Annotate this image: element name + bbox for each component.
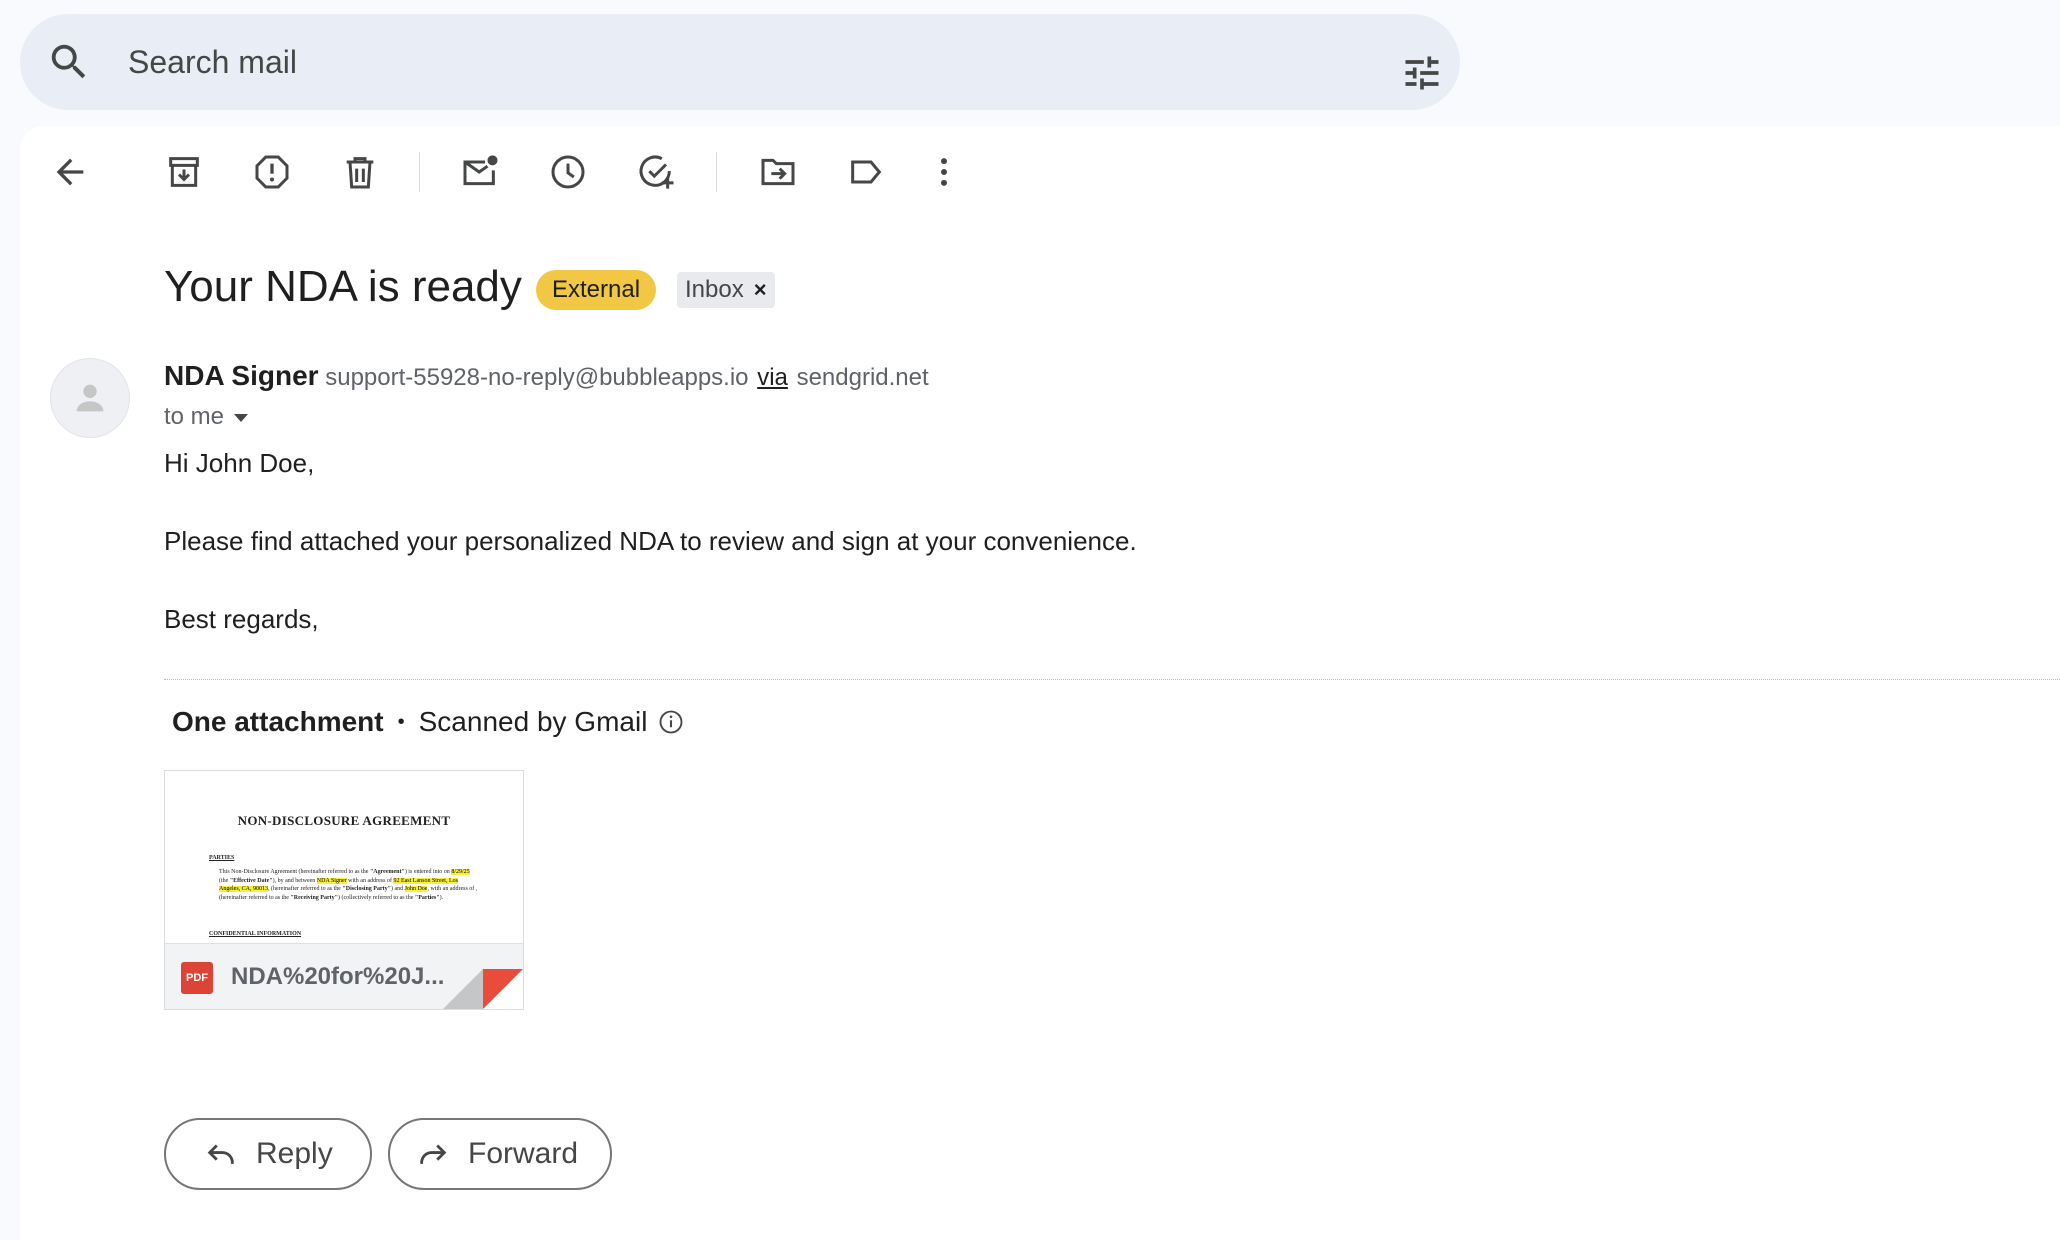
inbox-label-text: Inbox xyxy=(685,276,744,303)
reply-label: Reply xyxy=(256,1137,333,1170)
recipient-details-toggle[interactable]: to me xyxy=(164,403,249,431)
info-icon[interactable] xyxy=(657,708,685,736)
back-arrow-icon[interactable] xyxy=(46,148,94,196)
external-label: External xyxy=(536,270,657,310)
archive-icon[interactable] xyxy=(160,148,208,196)
sender-address: support-55928-no-reply@bubbleapps.io xyxy=(325,364,749,391)
body-greeting: Hi John Doe, xyxy=(164,448,315,478)
avatar[interactable] xyxy=(50,358,130,438)
attachment-divider xyxy=(164,679,2060,680)
tune-icon[interactable] xyxy=(1400,51,1444,95)
preview-paragraph: This Non-Disclosure Agreement (hereinaft… xyxy=(219,869,478,901)
preview-section-confidential: CONFIDENTIAL INFORMATION xyxy=(209,931,302,937)
attachment-count: One attachment xyxy=(172,706,384,737)
via-domain: sendgrid.net xyxy=(796,364,929,391)
chevron-down-icon xyxy=(234,414,249,422)
snooze-icon[interactable] xyxy=(544,148,592,196)
sender-line: NDA Signer support-55928-no-reply@bubble… xyxy=(164,360,929,392)
preview-section-parties: PARTIES xyxy=(209,855,235,861)
search-bar xyxy=(20,14,1460,110)
add-task-icon[interactable] xyxy=(632,148,680,196)
separator-dot: • xyxy=(397,710,405,733)
attachment-card[interactable]: NON-DISCLOSURE AGREEMENT PARTIES This No… xyxy=(164,770,524,1010)
body-closing: Best regards, xyxy=(164,604,319,634)
body-line: Please find attached your personalized N… xyxy=(164,526,1137,556)
reply-icon xyxy=(207,1144,234,1164)
sender-name[interactable]: NDA Signer xyxy=(164,360,319,391)
attachment-filename: NDA%20for%20J... xyxy=(231,963,445,990)
pdf-icon: PDF xyxy=(181,962,213,994)
page-fold-icon xyxy=(443,969,523,1009)
reply-button[interactable]: Reply xyxy=(164,1118,372,1190)
forward-label: Forward xyxy=(468,1137,579,1170)
email-subject: Your NDA is ready xyxy=(164,262,522,311)
search-icon[interactable] xyxy=(46,39,92,85)
forward-icon xyxy=(420,1144,447,1164)
recipient-label: to me xyxy=(164,403,225,430)
delete-icon[interactable] xyxy=(336,148,384,196)
attachment-preview: NON-DISCLOSURE AGREEMENT PARTIES This No… xyxy=(165,771,523,943)
move-to-icon[interactable] xyxy=(754,148,802,196)
report-spam-icon[interactable] xyxy=(248,148,296,196)
more-vert-icon[interactable] xyxy=(920,148,968,196)
label-icon[interactable] xyxy=(842,148,890,196)
remove-label-icon[interactable]: × xyxy=(754,272,767,308)
scanned-label: Scanned by Gmail xyxy=(418,706,648,737)
preview-title: NON-DISCLOSURE AGREEMENT xyxy=(237,813,451,828)
mark-unread-icon[interactable] xyxy=(456,148,504,196)
via-link[interactable]: via xyxy=(757,364,788,391)
forward-button[interactable]: Forward xyxy=(388,1118,612,1190)
inbox-label: Inbox × xyxy=(677,272,775,308)
search-input[interactable] xyxy=(128,40,1328,84)
attachment-header: One attachment • Scanned by Gmail xyxy=(172,706,685,738)
message-panel: Your NDA is ready External Inbox × NDA S… xyxy=(20,126,2060,1240)
